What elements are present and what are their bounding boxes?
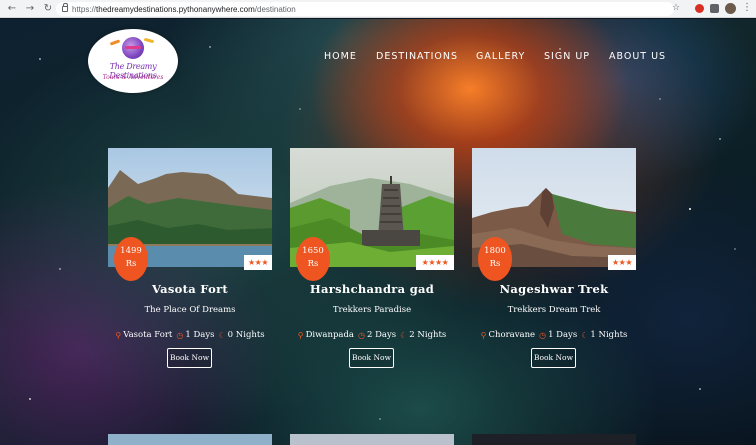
card-subtitle: Trekkers Paradise (332, 305, 412, 315)
trip-meta: ⚲ Diwanpada ◷ 2 Days ☾ 2 Nights (290, 330, 454, 340)
nav-home[interactable]: HOME (324, 51, 357, 62)
clock-icon: ◷ (539, 330, 547, 340)
map-pin-icon: ⚲ (297, 330, 304, 340)
days-text: 1 Days (185, 330, 215, 340)
nav-destinations[interactable]: DESTINATIONS (376, 51, 458, 62)
url-text: https://thedreamydestinations.pythonanyw… (72, 5, 296, 14)
page-background: The Dreamy Destinations Tours & Adventur… (0, 19, 756, 445)
clock-icon: ◷ (176, 330, 184, 340)
trip-meta: ⚲ Choravane ◷ 1 Days ☾ 1 Nights (472, 330, 636, 340)
card-subtitle: The Place Of Dreams (144, 305, 236, 315)
back-arrow-icon[interactable]: ← (6, 3, 18, 15)
bookmark-star-icon[interactable]: ☆ (672, 3, 680, 13)
lock-icon (62, 3, 68, 12)
next-card-photo[interactable] (108, 434, 272, 445)
card-title[interactable]: Vasota Fort (108, 282, 272, 296)
browser-menu-icon[interactable]: ⋮ (742, 2, 752, 13)
trip-meta: ⚲ Vasota Fort ◷ 1 Days ☾ 0 Nights (108, 330, 272, 340)
price-amount: 1650 (302, 246, 324, 256)
moon-icon: ☾ (218, 330, 226, 340)
nights-text: 0 Nights (227, 330, 265, 340)
map-pin-icon: ⚲ (480, 330, 487, 340)
price-amount: 1499 (120, 246, 142, 256)
book-now-button[interactable]: Book Now (167, 348, 212, 368)
address-bar[interactable]: https://thedreamydestinations.pythonanyw… (56, 2, 674, 16)
browser-toolbar: ← → ↻ https://thedreamydestinations.pyth… (0, 0, 756, 18)
price-unit: Rs (125, 259, 137, 269)
moon-icon: ☾ (400, 330, 408, 340)
price-amount: 1800 (484, 246, 506, 256)
nights-text: 2 Nights (409, 330, 447, 340)
next-card-photo[interactable] (290, 434, 454, 445)
location-text: Choravane (488, 330, 536, 340)
url-host: thedreamydestinations.pythonanywhere.com (96, 4, 255, 14)
nav-about[interactable]: ABOUT US (609, 51, 666, 62)
rating-stars: ★★★ (244, 255, 272, 270)
moon-icon: ☾ (581, 330, 589, 340)
forward-arrow-icon[interactable]: → (24, 3, 36, 15)
price-badge: 1800 Rs (478, 237, 512, 281)
price-unit: Rs (489, 259, 501, 269)
url-path: /destination (254, 4, 296, 14)
logo-subtitle: Tours & Adventures (102, 74, 164, 81)
nav-gallery[interactable]: GALLERY (476, 51, 525, 62)
price-badge: 1499 Rs (114, 237, 148, 281)
book-now-button[interactable]: Book Now (531, 348, 576, 368)
main-nav: HOME DESTINATIONS GALLERY SIGN UP ABOUT … (0, 51, 756, 65)
nav-signup[interactable]: SIGN UP (544, 51, 590, 62)
rating-stars: ★★★★ (416, 255, 454, 270)
profile-avatar[interactable] (725, 3, 736, 14)
card-title[interactable]: Harshchandra gad (290, 282, 454, 296)
extension-icon[interactable] (695, 4, 704, 13)
rating-stars: ★★★ (608, 255, 636, 270)
next-card-photo[interactable] (472, 434, 636, 445)
price-unit: Rs (307, 259, 319, 269)
map-pin-icon: ⚲ (115, 330, 122, 340)
puzzle-extensions-icon[interactable] (710, 4, 719, 13)
reload-icon[interactable]: ↻ (42, 3, 54, 15)
airplane-icon (143, 37, 155, 44)
location-text: Diwanpada (305, 330, 354, 340)
airplane-icon (109, 39, 121, 46)
nights-text: 1 Nights (590, 330, 628, 340)
days-text: 2 Days (366, 330, 397, 340)
clock-icon: ◷ (357, 330, 365, 340)
price-badge: 1650 Rs (296, 237, 330, 281)
location-text: Vasota Fort (123, 330, 173, 340)
card-subtitle: Trekkers Dream Trek (507, 305, 601, 315)
url-prefix: https:// (72, 4, 97, 14)
card-title[interactable]: Nageshwar Trek (472, 282, 636, 296)
book-now-button[interactable]: Book Now (349, 348, 394, 368)
days-text: 1 Days (548, 330, 578, 340)
